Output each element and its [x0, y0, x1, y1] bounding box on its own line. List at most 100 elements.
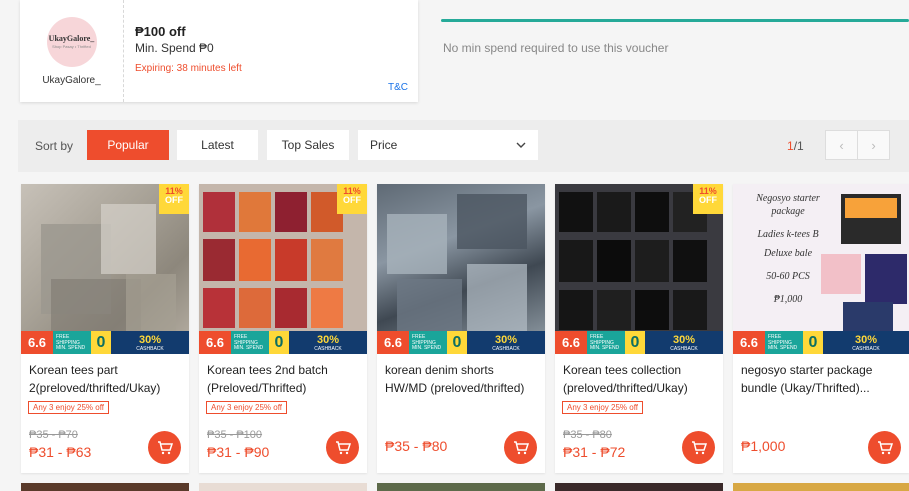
- cashback-label: CASHBACK: [136, 346, 164, 352]
- promo-free-shipping: FREE SHIPPING MIN. SPEND: [231, 331, 269, 354]
- product-image: 11% OFF 6.6 FREE SHIPPING MIN. SPEND 0 30%…: [21, 184, 189, 354]
- promo-strip: 6.6 FREE SHIPPING MIN. SPEND 0 30% CASHBAC…: [377, 331, 545, 354]
- product-image: 11% OFF 6.6 FREE SHIPPING MIN. SPEND 0 30%…: [199, 184, 367, 354]
- cart-icon: [335, 440, 351, 454]
- product-card[interactable]: 11% OFF 6.6 FREE SHIPPING MIN. SPEND 0 30%…: [21, 184, 189, 473]
- voucher-details: ₱100 off Min. Spend ₱0 Expiring: 38 minu…: [124, 0, 418, 102]
- min-spend-note: MIN. SPEND: [56, 345, 86, 351]
- next-row-card-peek: [377, 483, 545, 491]
- min-spend-note: MIN. SPEND: [234, 345, 264, 351]
- sort-label: Sort by: [35, 139, 74, 153]
- add-to-cart-button[interactable]: [868, 431, 901, 464]
- free-shipping-text: FREE SHIPPING: [590, 334, 614, 346]
- free-shipping-text: FREE SHIPPING: [56, 334, 80, 346]
- voucher-expiry: Expiring: 38 minutes left: [135, 63, 242, 74]
- min-spend-note: MIN. SPEND: [412, 345, 442, 351]
- sort-price-dropdown[interactable]: Price: [358, 130, 538, 160]
- cashback-percent: 30%: [138, 334, 162, 346]
- product-price: ₱31 - ₱90: [207, 444, 270, 460]
- discount-off: OFF: [165, 195, 183, 206]
- promo-badge: Any 3 enjoy 25% off: [206, 401, 288, 414]
- product-card[interactable]: Negosyo starter package Ladies k-tees B …: [733, 184, 909, 473]
- image-caption-line: Deluxe bale: [763, 248, 813, 259]
- free-shipping-text: FREE SHIPPING: [234, 334, 258, 346]
- price-dropdown-label: Price: [370, 138, 398, 152]
- chevron-down-icon: [516, 142, 526, 148]
- promo-free-shipping: FREE SHIPPING MIN. SPEND: [53, 331, 91, 354]
- chevron-right-icon: ›: [871, 137, 876, 153]
- product-image: 6.6 FREE SHIPPING MIN. SPEND 0 30% CASHBAC…: [377, 184, 545, 354]
- voucher-info-panel: No min spend required to use this vouche…: [441, 0, 909, 102]
- free-shipping-text: FREE SHIPPING: [412, 334, 436, 346]
- promo-strip: 6.6 FREE SHIPPING MIN. SPEND 0 30% CASHBAC…: [21, 331, 189, 354]
- add-to-cart-button[interactable]: [504, 431, 537, 464]
- product-title[interactable]: Korean tees collection (preloved/thrifte…: [563, 361, 715, 397]
- next-page-button[interactable]: ›: [857, 130, 890, 160]
- promo-zero: 0: [269, 331, 289, 354]
- sort-bar: Sort by Popular Latest Top Sales Price 1…: [18, 120, 909, 172]
- product-card[interactable]: 11% OFF 6.6 FREE SHIPPING MIN. SPEND 0 30%…: [199, 184, 367, 473]
- promo-strip: 6.6 FREE SHIPPING MIN. SPEND 0 30% CASHBAC…: [199, 331, 367, 354]
- promo-zero: 0: [625, 331, 645, 354]
- voucher-progress-bar: [441, 19, 909, 22]
- voucher-min-spend: Min. Spend ₱0: [135, 41, 214, 55]
- image-caption-line: ₱1,000: [773, 294, 803, 305]
- page-indicator: 1/1: [787, 139, 804, 153]
- product-card[interactable]: 6.6 FREE SHIPPING MIN. SPEND 0 30% CASHBAC…: [377, 184, 545, 473]
- sort-top-sales-button[interactable]: Top Sales: [267, 130, 349, 160]
- cart-icon: [513, 440, 529, 454]
- promo-strip: 6.6 FREE SHIPPING MIN. SPEND 0 30% CASHBAC…: [555, 331, 723, 354]
- image-caption: Negosyo starter package Ladies k-tees B …: [745, 192, 831, 306]
- promo-sale: 6.6: [733, 331, 765, 354]
- discount-tag: 11% OFF: [693, 184, 723, 214]
- shop-voucher-card: UkayGalore_ Shop Pasay • Thrifted UkayGa…: [20, 0, 418, 102]
- shop-logo: UkayGalore_ Shop Pasay • Thrifted: [46, 17, 97, 67]
- cashback-label: CASHBACK: [852, 346, 880, 352]
- cart-icon: [877, 440, 893, 454]
- page-current: 1: [787, 139, 794, 153]
- promo-free-shipping: FREE SHIPPING MIN. SPEND: [765, 331, 803, 354]
- cashback-label: CASHBACK: [670, 346, 698, 352]
- free-shipping-text: FREE SHIPPING: [768, 334, 792, 346]
- product-title[interactable]: Korean tees part 2(preloved/thrifted/Uka…: [29, 361, 181, 397]
- promo-free-shipping: FREE SHIPPING MIN. SPEND: [409, 331, 447, 354]
- cart-icon: [157, 440, 173, 454]
- original-price: ₱35 - ₱100: [207, 429, 263, 441]
- add-to-cart-button[interactable]: [326, 431, 359, 464]
- product-title[interactable]: negosyo starter package bundle (Ukay/Thr…: [741, 361, 893, 397]
- promo-sale: 6.6: [377, 331, 409, 354]
- add-to-cart-button[interactable]: [682, 431, 715, 464]
- add-to-cart-button[interactable]: [148, 431, 181, 464]
- discount-tag: 11% OFF: [337, 184, 367, 214]
- promo-badge: Any 3 enjoy 25% off: [28, 401, 110, 414]
- promo-cashback: 30% CASHBACK: [289, 331, 367, 354]
- cashback-label: CASHBACK: [314, 346, 342, 352]
- min-spend-note: MIN. SPEND: [768, 345, 798, 351]
- image-caption-line: package: [771, 206, 805, 217]
- promo-cashback: 30% CASHBACK: [823, 331, 909, 354]
- product-title[interactable]: Korean tees 2nd batch (Preloved/Thrifted…: [207, 361, 359, 397]
- promo-free-shipping: FREE SHIPPING MIN. SPEND: [587, 331, 625, 354]
- image-caption-line: Ladies k-tees B: [757, 229, 819, 240]
- voucher-shop-panel: UkayGalore_ Shop Pasay • Thrifted UkayGa…: [20, 0, 124, 102]
- sort-popular-button[interactable]: Popular: [87, 130, 169, 160]
- product-card[interactable]: 11% OFF 6.6 FREE SHIPPING MIN. SPEND 0 30%…: [555, 184, 723, 473]
- promo-zero: 0: [91, 331, 111, 354]
- product-photo-graphic: [387, 194, 527, 334]
- sort-latest-button[interactable]: Latest: [177, 130, 258, 160]
- product-title[interactable]: korean denim shorts HW/MD (preloved/thri…: [385, 361, 537, 397]
- page-total: /1: [793, 139, 804, 153]
- product-price: ₱35 - ₱80: [385, 438, 448, 454]
- cashback-percent: 30%: [672, 334, 696, 346]
- discount-off: OFF: [343, 195, 361, 206]
- product-price: ₱31 - ₱63: [29, 444, 92, 460]
- promo-sale: 6.6: [21, 331, 53, 354]
- promo-cashback: 30% CASHBACK: [645, 331, 723, 354]
- voucher-tc-link[interactable]: T&C: [388, 82, 408, 93]
- shop-logo-subtext: Shop Pasay • Thrifted: [52, 44, 91, 49]
- product-price: ₱31 - ₱72: [563, 444, 626, 460]
- min-spend-note: MIN. SPEND: [590, 345, 620, 351]
- discount-off: OFF: [699, 195, 717, 206]
- promo-cashback: 30% CASHBACK: [111, 331, 189, 354]
- prev-page-button[interactable]: ‹: [825, 130, 858, 160]
